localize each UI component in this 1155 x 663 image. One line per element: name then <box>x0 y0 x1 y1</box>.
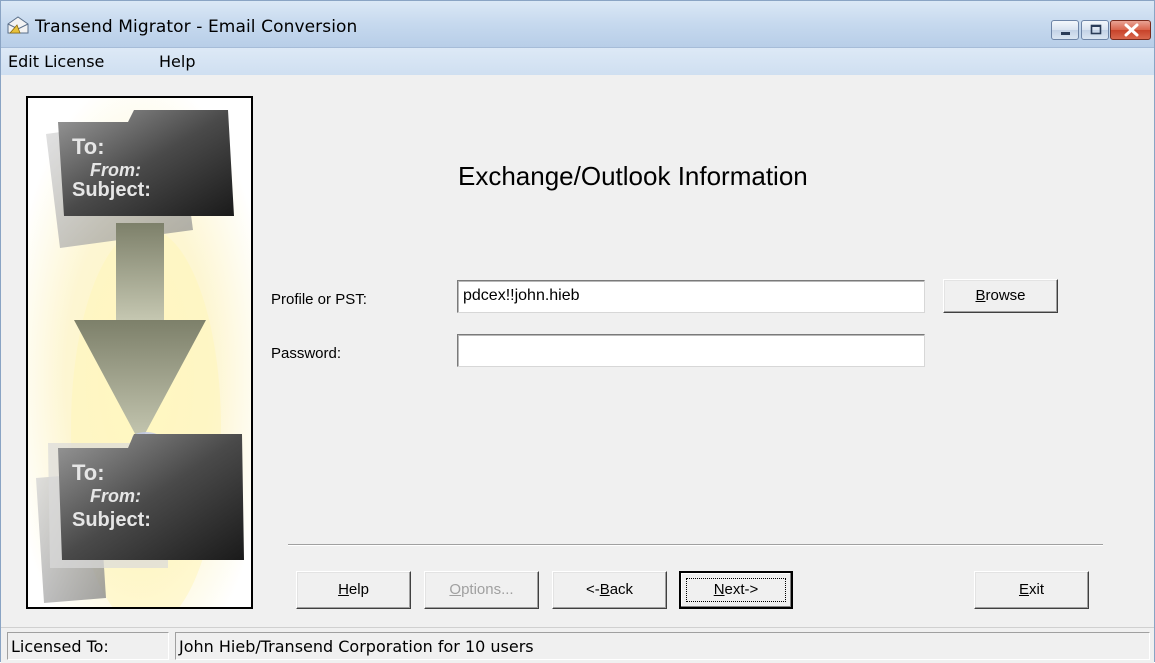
divider <box>288 544 1103 546</box>
bottom-subject-text: Subject: <box>72 509 151 531</box>
back-button[interactable]: <-Back <box>552 571 667 609</box>
profile-input[interactable]: pdcex!!john.hieb <box>457 280 925 313</box>
menu-edit-license[interactable]: Edit License <box>8 52 104 71</box>
bottom-to-text: To: <box>72 460 105 485</box>
bottom-from-text: From: <box>90 486 141 506</box>
password-field[interactable] <box>457 334 925 367</box>
status-bar: Licensed To: John Hieb/Transend Corporat… <box>1 627 1154 663</box>
help-button[interactable]: Help <box>296 571 411 609</box>
title-bar[interactable]: Transend Migrator - Email Conversion <box>1 1 1154 48</box>
next-button[interactable]: Next-> <box>679 571 793 609</box>
exit-button[interactable]: Exit <box>974 571 1089 609</box>
profile-label: Profile or PST: <box>271 291 367 308</box>
password-label: Password: <box>271 345 342 362</box>
status-license-value: John Hieb/Transend Corporation for 10 us… <box>175 632 1150 660</box>
top-to-text: To: <box>72 134 105 159</box>
page-title: Exchange/Outlook Information <box>458 161 808 191</box>
maximize-button[interactable] <box>1081 20 1109 40</box>
top-from-text: From: <box>90 160 141 180</box>
window-title: Transend Migrator - Email Conversion <box>35 17 358 37</box>
email-conversion-illustration: To: From: Subject: To: From: Subject: <box>28 98 251 607</box>
app-window: Transend Migrator - Email Conversion Edi… <box>0 0 1155 663</box>
menu-help[interactable]: Help <box>159 52 195 71</box>
options-button[interactable]: Options... <box>424 571 539 609</box>
browse-button[interactable]: Browse <box>943 279 1058 313</box>
menu-bar: Edit License Help <box>1 48 1154 75</box>
top-subject-text: Subject: <box>72 179 151 201</box>
close-button[interactable] <box>1110 20 1151 40</box>
minimize-button[interactable] <box>1051 20 1079 40</box>
wizard-side-image: To: From: Subject: To: From: Subject: <box>26 96 253 609</box>
envelope-icon <box>7 15 29 35</box>
status-license-label: Licensed To: <box>7 632 169 660</box>
